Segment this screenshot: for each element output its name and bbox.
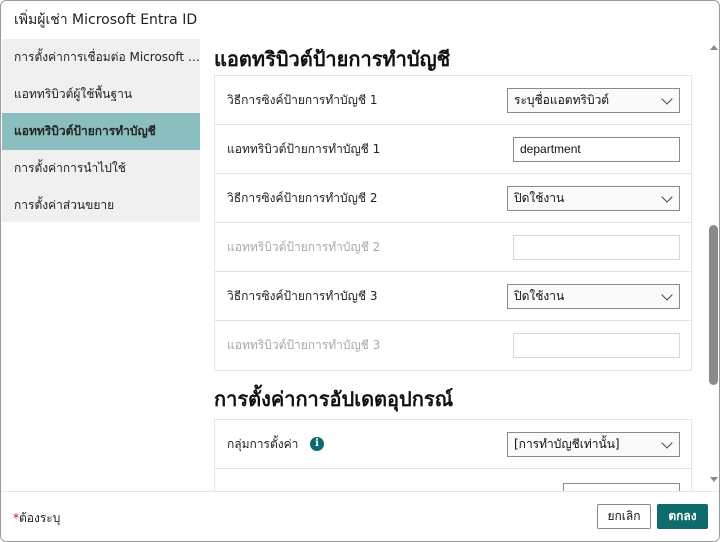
required-note-text: ต้องระบุ: [19, 511, 61, 525]
required-note: *ต้องระบุ: [13, 509, 60, 528]
tag-attribute-1-label: แอททริบิวต์ป้ายการทำบัญชี 1: [227, 142, 381, 156]
partial-row: [215, 469, 691, 491]
tag-attribute-1-input[interactable]: department: [513, 137, 680, 162]
info-icon[interactable]: i: [310, 437, 324, 451]
tag-attribute-2-input: [513, 235, 680, 260]
dialog-title: เพิ่มผู้เช่า Microsoft Entra ID: [14, 12, 198, 28]
settings-group-row: กลุ่มการตั้งค่า i [การทำบัญชีเท่านั้น]: [215, 420, 691, 469]
content-scrollbar[interactable]: [706, 39, 719, 491]
tag-attribute-1-row: แอททริบิวต์ป้ายการทำบัญชี 1 department: [215, 125, 691, 174]
sidebar-item-deployment-settings[interactable]: การตั้งค่าการนำไปใช้: [2, 150, 200, 187]
partial-input[interactable]: [563, 483, 680, 491]
chevron-down-icon: [661, 93, 673, 105]
add-tenant-dialog: เพิ่มผู้เช่า Microsoft Entra ID การตั้งค…: [0, 0, 720, 542]
scroll-thumb[interactable]: [709, 225, 718, 385]
sidebar: การตั้งค่าการเชื่อมต่อ Microsoft Entra I…: [2, 39, 200, 222]
chevron-down-icon: [661, 289, 673, 301]
section-title-device-update: การตั้งค่าการอัปเดตอุปกรณ์: [214, 387, 454, 411]
section-title-account-tag: แอตทริบิวต์ป้ายการทำบัญชี: [214, 47, 451, 71]
tag-sync-method-1-select[interactable]: ระบุชื่อแอตทริบิวต์: [507, 88, 680, 113]
tag-attribute-3-label: แอททริบิวต์ป้ายการทำบัญชี 3: [227, 338, 381, 352]
settings-group-value: [การทำบัญชีเท่านั้น]: [514, 437, 620, 451]
tag-sync-method-2-select[interactable]: ปิดใช้งาน: [507, 186, 680, 211]
settings-group-label: กลุ่มการตั้งค่า: [227, 437, 299, 451]
tag-sync-method-1-value: ระบุชื่อแอตทริบิวต์: [514, 93, 610, 107]
sidebar-item-connection-settings[interactable]: การตั้งค่าการเชื่อมต่อ Microsoft Entra I…: [2, 39, 200, 76]
settings-group-select[interactable]: [การทำบัญชีเท่านั้น]: [507, 432, 680, 457]
account-tag-panel: วิธีการซิงค์ป้ายการทำบัญชี 1 ระบุชื่อแอต…: [214, 75, 692, 371]
chevron-down-icon: [661, 191, 673, 203]
sidebar-item-extension-settings[interactable]: การตั้งค่าส่วนขยาย: [2, 187, 200, 224]
scroll-up-icon[interactable]: [710, 45, 718, 50]
dialog-footer: *ต้องระบุ ยกเลิก ตกลง: [1, 491, 719, 541]
chevron-down-icon: [661, 437, 673, 449]
tag-attribute-3-input: [513, 333, 680, 358]
tag-sync-method-2-label: วิธีการซิงค์ป้ายการทำบัญชี 2: [227, 191, 378, 205]
tag-sync-method-1-row: วิธีการซิงค์ป้ายการทำบัญชี 1 ระบุชื่อแอต…: [215, 76, 691, 125]
device-update-panel: กลุ่มการตั้งค่า i [การทำบัญชีเท่านั้น]: [214, 419, 692, 491]
content-pane: แอตทริบิวต์ป้ายการทำบัญชี วิธีการซิงค์ป้…: [200, 39, 706, 491]
cancel-button[interactable]: ยกเลิก: [597, 504, 651, 529]
tag-attribute-3-row: แอททริบิวต์ป้ายการทำบัญชี 3: [215, 321, 691, 370]
tag-sync-method-3-value: ปิดใช้งาน: [514, 289, 565, 303]
sidebar-item-account-tag-attributes[interactable]: แอททริบิวต์ป้ายการทำบัญชี: [2, 113, 200, 150]
tag-sync-method-2-value: ปิดใช้งาน: [514, 191, 565, 205]
tag-attribute-2-label: แอททริบิวต์ป้ายการทำบัญชี 2: [227, 240, 381, 254]
ok-button[interactable]: ตกลง: [657, 504, 708, 529]
tag-sync-method-3-row: วิธีการซิงค์ป้ายการทำบัญชี 3 ปิดใช้งาน: [215, 272, 691, 321]
tag-sync-method-3-select[interactable]: ปิดใช้งาน: [507, 284, 680, 309]
tag-sync-method-2-row: วิธีการซิงค์ป้ายการทำบัญชี 2 ปิดใช้งาน: [215, 174, 691, 223]
sidebar-item-basic-user-attributes[interactable]: แอททริบิวต์ผู้ใช้พื้นฐาน: [2, 76, 200, 113]
tag-sync-method-1-label: วิธีการซิงค์ป้ายการทำบัญชี 1: [227, 93, 378, 107]
scroll-down-icon[interactable]: [710, 477, 718, 482]
tag-attribute-2-row: แอททริบิวต์ป้ายการทำบัญชี 2: [215, 223, 691, 272]
tag-sync-method-3-label: วิธีการซิงค์ป้ายการทำบัญชี 3: [227, 289, 378, 303]
